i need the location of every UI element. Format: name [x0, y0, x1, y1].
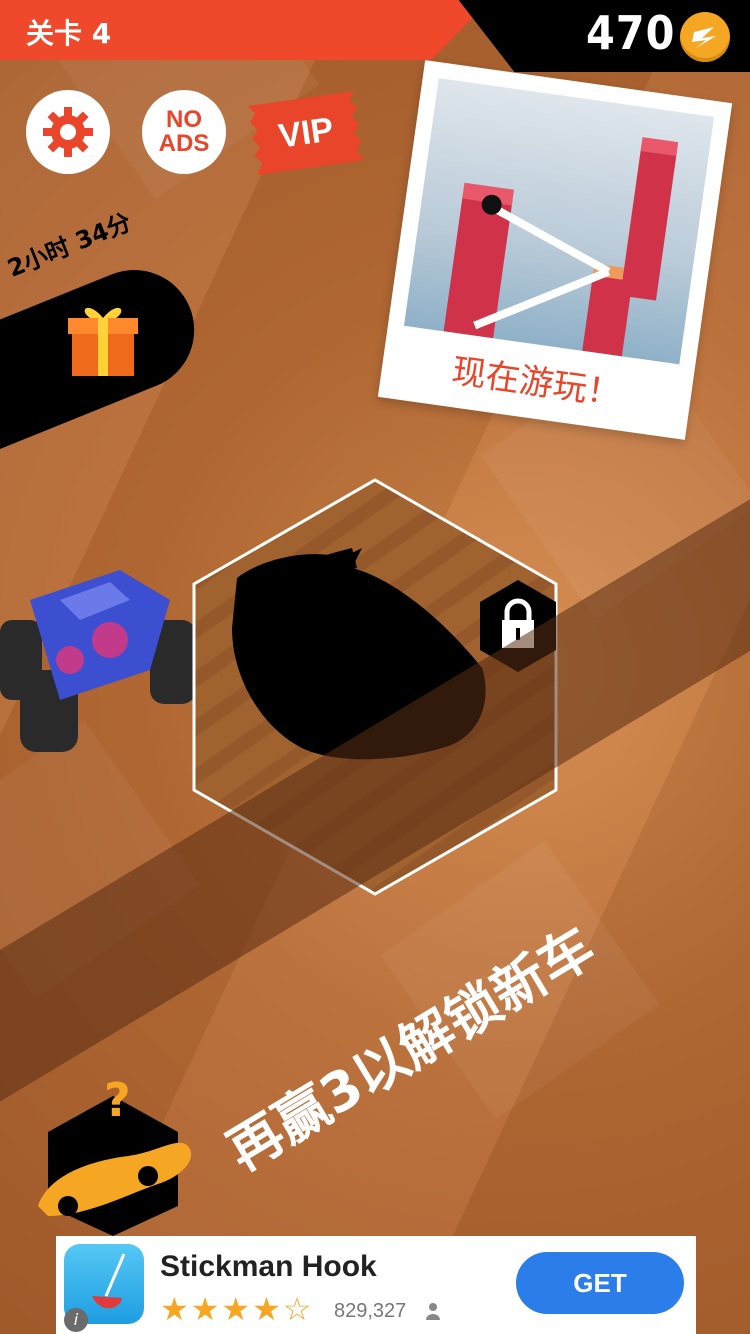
get-button[interactable]: GET: [516, 1252, 684, 1314]
gift-icon: [68, 307, 138, 376]
no-ads-label: NO ADS: [158, 106, 210, 157]
settings-button[interactable]: [26, 90, 110, 174]
rating-stars: ★★★★☆: [160, 1290, 314, 1328]
coin-count: 470: [586, 6, 676, 60]
vip-button[interactable]: VIP: [248, 91, 365, 175]
no-ads-button[interactable]: NO ADS: [142, 90, 226, 174]
ad-app-title: Stickman Hook: [160, 1250, 377, 1283]
gift-box-button[interactable]: [68, 300, 138, 380]
svg-text:?: ?: [104, 1073, 131, 1127]
ad-banner[interactable]: i Stickman Hook ★★★★☆ 829,327 GET: [56, 1236, 696, 1334]
level-label: 关卡 4: [26, 17, 112, 50]
gear-icon: [43, 107, 93, 157]
promo-image: [403, 78, 715, 365]
coin-icon: [680, 12, 730, 62]
promo-card[interactable]: 现在游玩！: [377, 60, 733, 440]
info-icon[interactable]: i: [64, 1308, 88, 1332]
rating-count: 829,327: [334, 1300, 407, 1322]
mystery-car-icon: ?: [28, 1066, 198, 1236]
current-car[interactable]: [0, 560, 200, 760]
person-icon: [426, 1302, 440, 1320]
